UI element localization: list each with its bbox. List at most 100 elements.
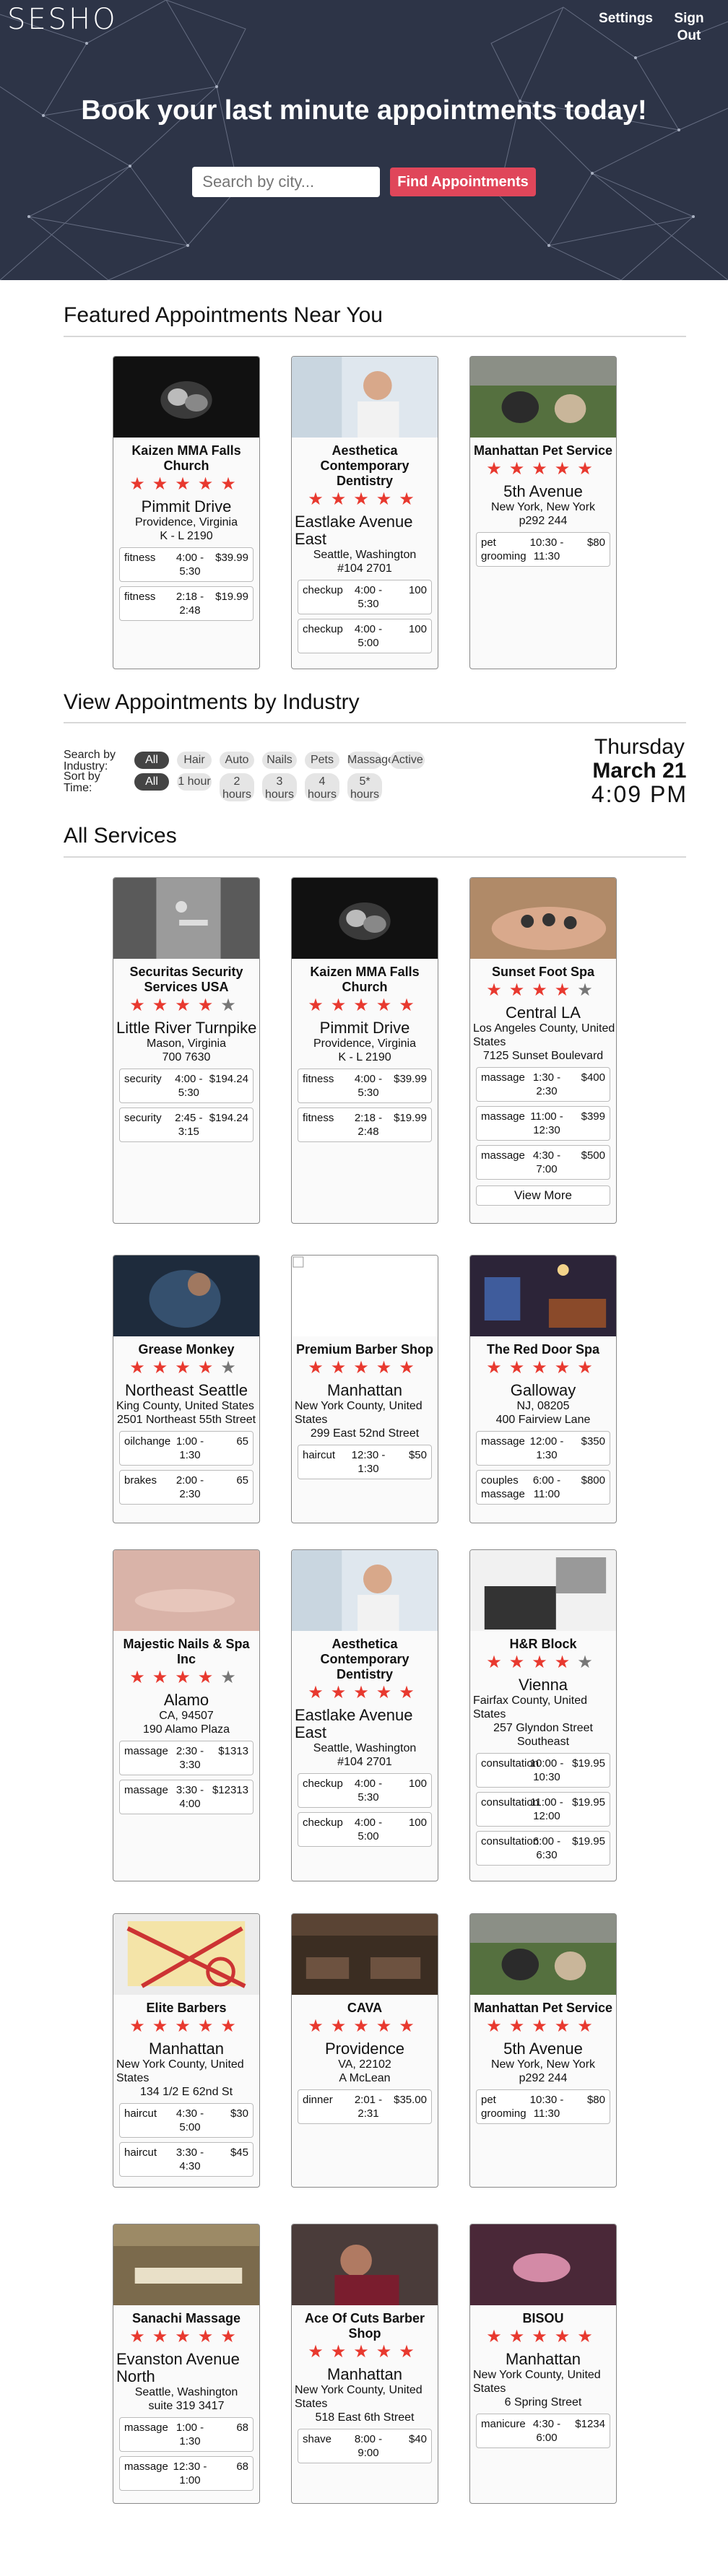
service-slot[interactable]: checkup 4:00 - 5:00 100: [298, 619, 432, 653]
appointment-card[interactable]: Kaizen MMA Falls Church ★★★★★ Pimmit Drive…: [113, 356, 260, 669]
service-slot[interactable]: massage 3:30 - 4:00 $12313: [119, 1780, 254, 1814]
address-detail: 518 East 6th Street: [315, 2411, 415, 2424]
service-slot[interactable]: massage 2:30 - 3:30 $1313: [119, 1741, 254, 1775]
business-name[interactable]: Majestic Nails & Spa Inc: [116, 1637, 256, 1667]
filter-pill[interactable]: Pets: [305, 752, 339, 769]
service-price: $399: [581, 1110, 605, 1123]
filter-pill[interactable]: Massage: [347, 752, 394, 769]
appointment-card[interactable]: Manhattan Pet Service ★★★★★ 5th Avenue New …: [469, 356, 617, 669]
appointment-card[interactable]: Sunset Foot Spa ★★★★★ Central LA Los Angele…: [469, 877, 617, 1224]
filter-pill[interactable]: Nails: [262, 752, 297, 769]
filter-pill[interactable]: 1 hour: [177, 773, 212, 791]
service-type: fitness: [303, 1112, 334, 1124]
business-name[interactable]: BISOU: [473, 2311, 613, 2326]
business-name[interactable]: CAVA: [295, 2001, 435, 2016]
service-time: 10:30 - 11:30: [529, 2094, 564, 2120]
business-photo: [292, 1256, 438, 1336]
sign-out-link[interactable]: Sign Out: [669, 10, 709, 45]
service-slot[interactable]: dinner 2:01 - 2:31 $35.00: [298, 2089, 432, 2124]
service-slot[interactable]: brakes 2:00 - 2:30 65: [119, 1470, 254, 1505]
appointment-card[interactable]: Securitas Security Services USA ★★★★★ Litt…: [113, 877, 260, 1224]
filter-pill[interactable]: Active: [390, 752, 425, 769]
service-slot[interactable]: massage 12:30 - 1:00 68: [119, 2456, 254, 2491]
filter-pill[interactable]: 4 hours: [305, 773, 339, 801]
service-slot[interactable]: haircut 12:30 - 1:30 $50: [298, 1445, 432, 1479]
appointment-card[interactable]: Ace Of Cuts Barber Shop ★★★★★ Manhattan New…: [291, 2224, 438, 2504]
star-rating: ★★★★★: [113, 475, 259, 494]
service-slot[interactable]: security 4:00 - 5:30 $194.24: [119, 1069, 254, 1103]
filter-pill[interactable]: Auto: [220, 752, 254, 769]
business-name[interactable]: The Red Door Spa: [473, 1342, 613, 1357]
appointment-card[interactable]: Majestic Nails & Spa Inc ★★★★★ Alamo CA, 94…: [113, 1549, 260, 1881]
service-slot[interactable]: couples massage 6:00 - 11:00 $800: [476, 1470, 610, 1505]
business-name[interactable]: Elite Barbers: [116, 2001, 256, 2016]
service-time: 2:30 - 3:30: [176, 1745, 204, 1771]
service-slot[interactable]: fitness 4:00 - 5:30 $39.99: [119, 547, 254, 582]
appointment-card[interactable]: Grease Monkey ★★★★★ Northeast Seattle King …: [113, 1255, 260, 1523]
service-slot[interactable]: fitness 2:18 - 2:48 $19.99: [119, 586, 254, 621]
appointment-card[interactable]: H&R Block ★★★★★ Vienna Fairfax County, Unit…: [469, 1549, 617, 1881]
filter-pill[interactable]: All: [134, 752, 169, 769]
settings-link[interactable]: Settings: [599, 10, 653, 45]
business-name[interactable]: Sunset Foot Spa: [473, 965, 613, 980]
filter-pill[interactable]: 5* hours: [347, 773, 382, 801]
business-name[interactable]: Kaizen MMA Falls Church: [116, 443, 256, 474]
filter-pill[interactable]: 3 hours: [262, 773, 297, 801]
appointment-card[interactable]: Premium Barber Shop ★★★★★ Manhattan New Yor…: [291, 1255, 438, 1523]
service-time: 1:00 - 1:30: [176, 1435, 204, 1461]
city-search-input[interactable]: [192, 167, 381, 197]
service-slot[interactable]: massage 12:00 - 1:30 $350: [476, 1431, 610, 1466]
star-icon: ★: [129, 1668, 152, 1687]
appointment-card[interactable]: CAVA ★★★★★ Providence VA, 22102 A McLean dinn…: [291, 1913, 438, 2188]
star-rating: ★★★★★: [292, 2017, 438, 2036]
appointment-card[interactable]: BISOU ★★★★★ Manhattan New York County, Unit…: [469, 2224, 617, 2504]
appointment-card[interactable]: Aesthetica Contemporary Dentistry ★★★★★ Ea…: [291, 1549, 438, 1881]
service-slot[interactable]: consultation 6:00 - 6:30 $19.95: [476, 1831, 610, 1866]
business-name[interactable]: Sanachi Massage: [116, 2311, 256, 2326]
business-name[interactable]: H&R Block: [473, 1637, 613, 1652]
appointment-card[interactable]: Kaizen MMA Falls Church ★★★★★ Pimmit Drive…: [291, 877, 438, 1224]
business-name[interactable]: Manhattan Pet Service: [473, 2001, 613, 2016]
star-icon: ★: [554, 2016, 578, 2036]
service-slot[interactable]: oilchange 1:00 - 1:30 65: [119, 1431, 254, 1466]
appointment-card[interactable]: Manhattan Pet Service ★★★★★ 5th Avenue New …: [469, 1913, 617, 2188]
appointment-card[interactable]: Sanachi Massage ★★★★★ Evanston Avenue Nort…: [113, 2224, 260, 2504]
service-slot[interactable]: fitness 2:18 - 2:48 $19.99: [298, 1108, 432, 1142]
service-slot[interactable]: checkup 4:00 - 5:30 100: [298, 1773, 432, 1808]
business-name[interactable]: Ace Of Cuts Barber Shop: [295, 2311, 435, 2341]
business-photo: [113, 1550, 259, 1631]
find-appointments-button[interactable]: Find Appointments: [390, 167, 536, 196]
service-slot[interactable]: haircut 4:30 - 5:00 $30: [119, 2103, 254, 2138]
service-slot[interactable]: massage 1:00 - 1:30 68: [119, 2417, 254, 2452]
business-name[interactable]: Manhattan Pet Service: [473, 443, 613, 458]
service-slot[interactable]: pet grooming 10:30 - 11:30 $80: [476, 532, 610, 567]
service-slot[interactable]: massage 4:30 - 7:00 $500: [476, 1145, 610, 1180]
business-name[interactable]: Aesthetica Contemporary Dentistry: [295, 443, 435, 489]
business-name[interactable]: Aesthetica Contemporary Dentistry: [295, 1637, 435, 1682]
logo[interactable]: SESHO: [7, 3, 118, 36]
service-slot[interactable]: pet grooming 10:30 - 11:30 $80: [476, 2089, 610, 2124]
service-slot[interactable]: checkup 4:00 - 5:00 100: [298, 1812, 432, 1847]
service-slot[interactable]: haircut 3:30 - 4:30 $45: [119, 2142, 254, 2177]
business-name[interactable]: Grease Monkey: [116, 1342, 256, 1357]
service-slot[interactable]: consultation 11:00 - 12:00 $19.95: [476, 1792, 610, 1827]
service-slot[interactable]: massage 11:00 - 12:30 $399: [476, 1106, 610, 1141]
service-slot[interactable]: security 2:45 - 3:15 $194.24: [119, 1108, 254, 1142]
view-more-button[interactable]: View More: [476, 1185, 610, 1206]
filter-pill[interactable]: All: [134, 773, 169, 791]
service-slot[interactable]: massage 1:30 - 2:30 $400: [476, 1067, 610, 1102]
service-slot[interactable]: manicure 4:30 - 6:00 $1234: [476, 2414, 610, 2448]
appointment-card[interactable]: Aesthetica Contemporary Dentistry ★★★★★ Ea…: [291, 356, 438, 669]
appointment-card[interactable]: The Red Door Spa ★★★★★ Galloway NJ, 08205 40…: [469, 1255, 617, 1523]
service-price: $350: [581, 1435, 605, 1448]
service-slot[interactable]: shave 8:00 - 9:00 $40: [298, 2429, 432, 2463]
business-name[interactable]: Kaizen MMA Falls Church: [295, 965, 435, 995]
service-slot[interactable]: consultation 10:00 - 10:30 $19.95: [476, 1753, 610, 1788]
filter-pill[interactable]: 2 hours: [220, 773, 254, 801]
business-name[interactable]: Securitas Security Services USA: [116, 965, 256, 995]
filter-pill[interactable]: Hair: [177, 752, 212, 769]
service-slot[interactable]: fitness 4:00 - 5:30 $39.99: [298, 1069, 432, 1103]
service-slot[interactable]: checkup 4:00 - 5:30 100: [298, 580, 432, 614]
appointment-card[interactable]: Elite Barbers ★★★★★ Manhattan New York Coun…: [113, 1913, 260, 2188]
business-name[interactable]: Premium Barber Shop: [295, 1342, 435, 1357]
